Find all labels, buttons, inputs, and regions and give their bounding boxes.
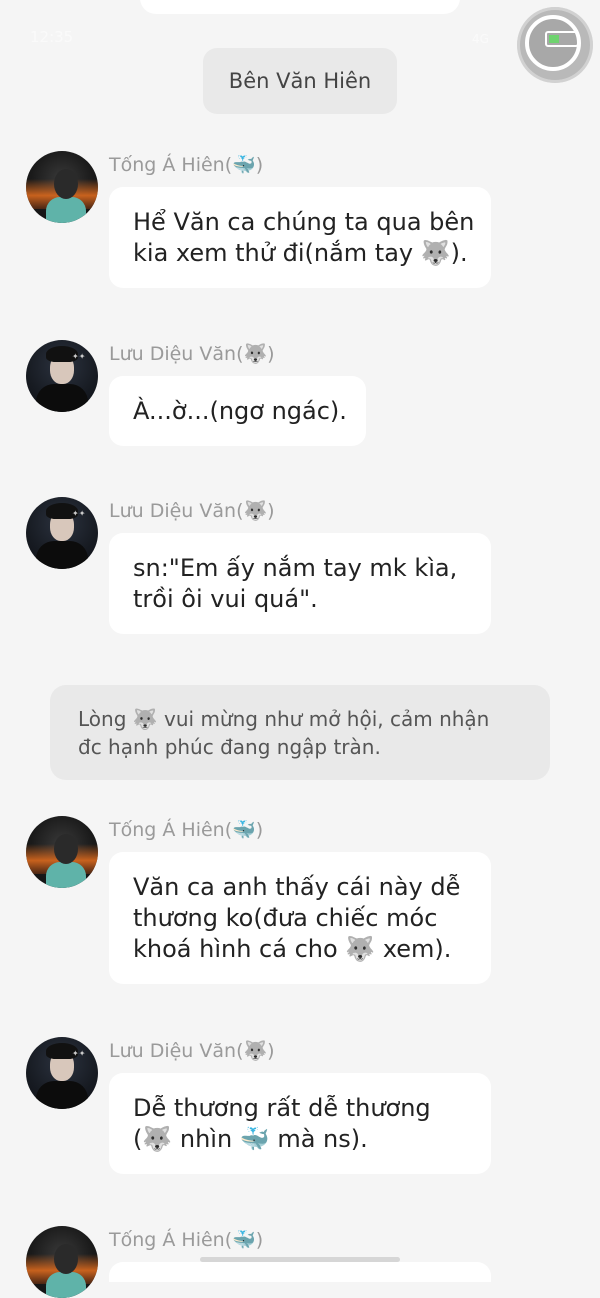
sender-name: Lưu Diệu Văn(🐺) [109,343,275,365]
sender-name: Tống Á Hiên(🐳) [109,819,264,841]
narration-line: Lòng 🐺 vui mừng như mở hội, cảm nhận [78,707,490,731]
message-line: (🐺 nhìn 🐳 mà ns). [133,1124,368,1153]
sender-name: Lưu Diệu Văn(🐺) [109,500,275,522]
message-bubble[interactable]: Hể Văn ca chúng ta qua bên kia xem thử đ… [109,187,491,288]
sender-name: Tống Á Hiên(🐳) [109,154,264,176]
status-signal: 4G [472,32,489,46]
message-line: thương ko(đưa chiếc móc [133,903,438,932]
avatar-tong-a-hien[interactable] [26,151,98,223]
narration-header: Bên Văn Hiên [203,48,397,114]
message-line: khoá hình cá cho 🐺 xem). [133,934,452,963]
avatar-luu-dieu-van[interactable]: ✦✦ [26,1037,98,1109]
sender-name: Lưu Diệu Văn(🐺) [109,1040,275,1062]
message-line: trồi ôi vui quá". [133,584,318,613]
message-bubble[interactable]: sn:"Em ấy nắm tay mk kìa, trồi ôi vui qu… [109,533,491,634]
message-line: sn:"Em ấy nắm tay mk kìa, [133,553,458,582]
narration-line: đc hạnh phúc đang ngập tràn. [78,735,381,759]
message-bubble[interactable] [109,1262,491,1282]
message-bubble[interactable]: Văn ca anh thấy cái này dễ thương ko(đưa… [109,852,491,984]
avatar-tong-a-hien[interactable] [26,816,98,888]
floating-assistive-button[interactable] [517,7,593,83]
avatar-luu-dieu-van[interactable]: ✦✦ [26,340,98,412]
status-time: 12:35 [30,28,74,46]
message-line: Văn ca anh thấy cái này dễ [133,872,461,901]
message-bubble[interactable]: À...ờ...(ngơ ngác). [109,376,366,446]
message-line: Hể Văn ca chúng ta qua bên [133,207,475,236]
sender-name: Tống Á Hiên(🐳) [109,1229,264,1251]
battery-icon [545,31,579,47]
home-indicator[interactable] [200,1257,400,1262]
message-bubble[interactable]: Dễ thương rất dễ thương (🐺 nhìn 🐳 mà ns)… [109,1073,491,1174]
previous-message-bubble [140,0,460,14]
message-line: À...ờ...(ngơ ngác). [133,396,347,425]
message-line: Dễ thương rất dễ thương [133,1093,431,1122]
avatar-luu-dieu-van[interactable]: ✦✦ [26,497,98,569]
avatar-tong-a-hien[interactable] [26,1226,98,1298]
narration-box: Lòng 🐺 vui mừng như mở hội, cảm nhận đc … [50,685,550,780]
message-line: kia xem thử đi(nắm tay 🐺). [133,238,468,267]
